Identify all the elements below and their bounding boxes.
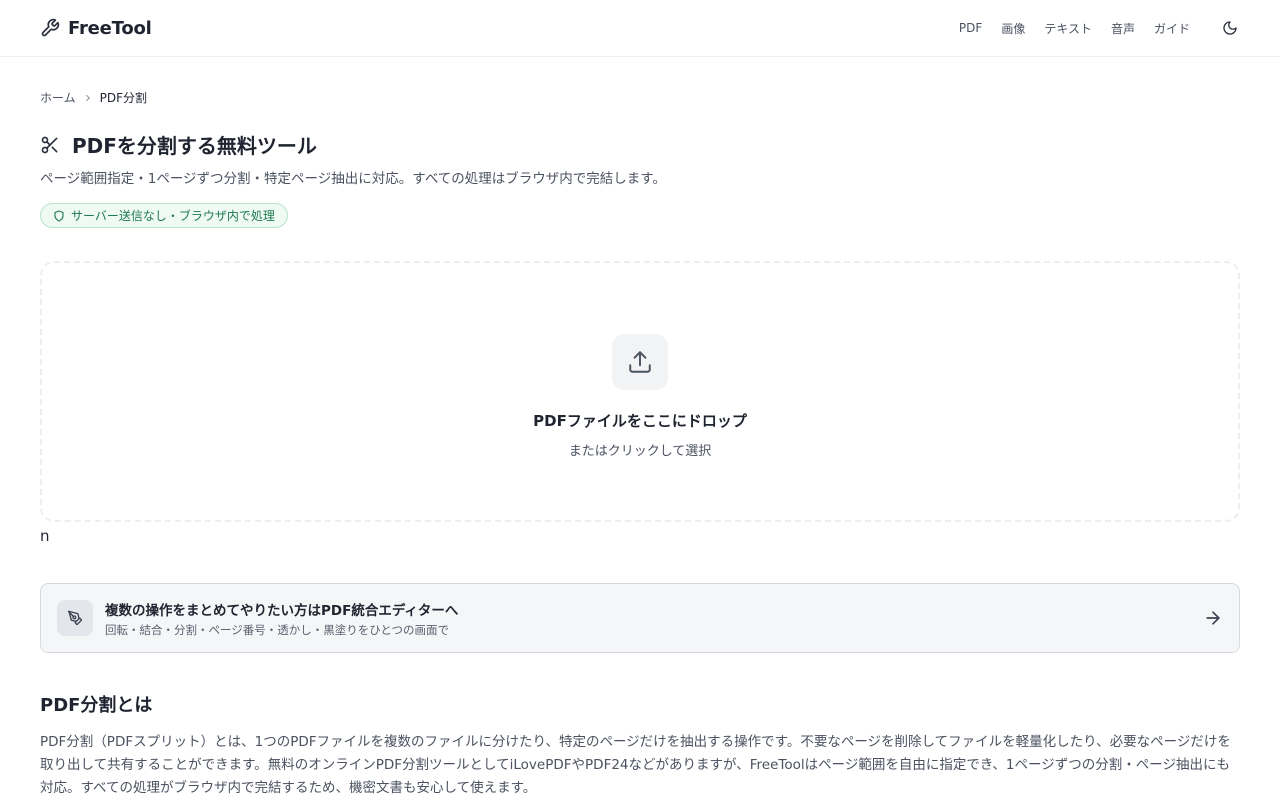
scissors-icon: [40, 135, 60, 155]
nav-item-pdf[interactable]: PDF: [959, 21, 982, 35]
privacy-badge: サーバー送信なし・ブラウザ内で処理: [40, 203, 288, 228]
page-subtitle: ページ範囲指定・1ページずつ分割・特定ページ抽出に対応。すべての処理はブラウザ内…: [40, 171, 666, 187]
breadcrumb: ホーム PDF分割: [40, 89, 1240, 106]
section-title: PDF分割とは: [40, 695, 153, 716]
editor-link-card[interactable]: 複数の操作をまとめてやりたい方はPDF統合エディターへ 回転・結合・分割・ページ…: [40, 583, 1240, 653]
pen-tool-icon: [67, 610, 83, 626]
dropzone-title: PDFファイルをここにドロップ: [533, 412, 747, 430]
wrench-icon: [40, 18, 60, 38]
theme-toggle-button[interactable]: [1220, 18, 1240, 38]
shield-icon: [53, 209, 65, 222]
editor-card-title: 複数の操作をまとめてやりたい方はPDF統合エディターへ: [105, 602, 459, 619]
file-dropzone[interactable]: PDFファイルをここにドロップ またはクリックして選択: [40, 261, 1240, 522]
logo-link[interactable]: FreeTool: [40, 18, 152, 39]
nav-item-image[interactable]: 画像: [1001, 20, 1025, 37]
pen-icon-box: [57, 600, 93, 636]
upload-icon-box: [612, 334, 668, 390]
editor-card-text: 複数の操作をまとめてやりたい方はPDF統合エディターへ 回転・結合・分割・ページ…: [105, 599, 1203, 638]
upload-icon: [627, 349, 653, 375]
privacy-badge-label: サーバー送信なし・ブラウザ内で処理: [71, 209, 275, 223]
main-content: ホーム PDF分割 PDFを分割する無料ツール ページ範囲指定・1ページずつ分割…: [0, 89, 1280, 800]
page-title: PDFを分割する無料ツール: [72, 134, 317, 158]
title-row: PDFを分割する無料ツール: [40, 130, 1240, 159]
nav-item-guide[interactable]: ガイド: [1154, 20, 1190, 37]
site-header: FreeTool PDF 画像 テキスト 音声 ガイド: [0, 0, 1280, 57]
arrow-right-icon: [1203, 608, 1223, 628]
nav-item-text[interactable]: テキスト: [1044, 20, 1092, 37]
section-body: PDF分割（PDFスプリット）とは、1つのPDFファイルを複数のファイルに分けた…: [40, 734, 1231, 796]
nav-item-audio[interactable]: 音声: [1111, 20, 1135, 37]
breadcrumb-home-link[interactable]: ホーム: [40, 89, 76, 106]
breadcrumb-current: PDF分割: [99, 91, 148, 105]
main-nav: PDF 画像 テキスト 音声 ガイド: [940, 18, 1240, 38]
editor-card-subtitle: 回転・結合・分割・ページ番号・透かし・黒塗りをひとつの画面で: [105, 622, 449, 637]
stray-text: n: [40, 527, 50, 545]
chevron-right-icon: [83, 93, 93, 103]
dropzone-subtitle: またはクリックして選択: [568, 444, 712, 459]
moon-icon: [1222, 20, 1238, 36]
logo-text: FreeTool: [68, 17, 152, 39]
